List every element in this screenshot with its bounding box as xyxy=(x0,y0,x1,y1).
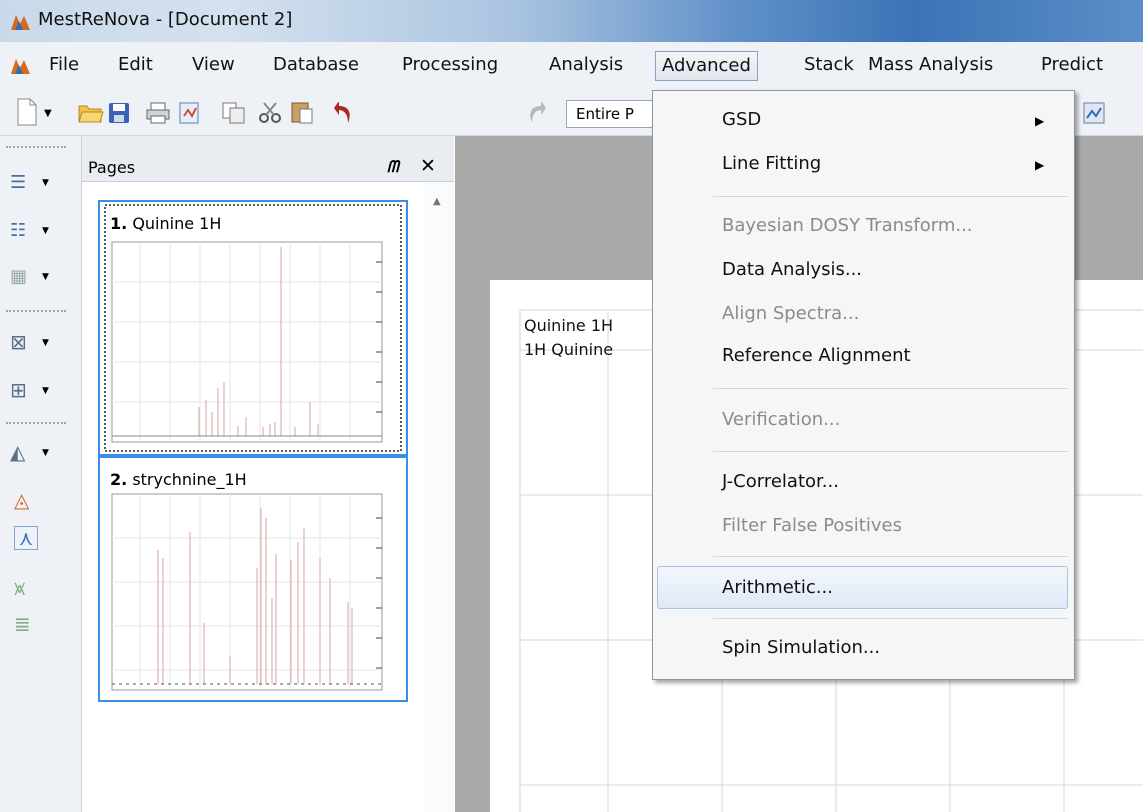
save-icon[interactable] xyxy=(108,102,130,124)
menu-item-spin-simulation[interactable]: Spin Simulation... xyxy=(722,637,880,658)
grid-dropdown-arrow-icon[interactable]: ▼ xyxy=(42,272,49,282)
menu-processing[interactable]: Processing xyxy=(396,51,504,81)
redo-icon[interactable] xyxy=(524,102,546,124)
page-thumbnail-spectrum xyxy=(111,493,383,691)
submenu-arrow-icon: ▶ xyxy=(1035,158,1045,172)
print-icon[interactable] xyxy=(146,102,170,124)
menu-item-verification: Verification... xyxy=(722,409,841,430)
advanced-menu: GSD ▶ Line Fitting ▶ Bayesian DOSY Trans… xyxy=(652,90,1075,680)
page-thumbnail[interactable]: 2. strychnine_1H xyxy=(98,456,408,702)
toolbar-separator xyxy=(6,310,66,312)
close-panel-icon[interactable]: ✕ xyxy=(420,155,436,177)
open-folder-icon[interactable] xyxy=(78,102,104,124)
toolbar-separator xyxy=(6,422,66,424)
spectrum-dropdown-arrow-icon[interactable]: ▼ xyxy=(42,448,49,458)
zoom-in-dropdown-arrow-icon[interactable]: ▼ xyxy=(42,386,49,396)
submenu-arrow-icon: ▶ xyxy=(1035,114,1045,128)
menu-mass-analysis[interactable]: Mass Analysis xyxy=(862,51,999,81)
menu-predict[interactable]: Predict xyxy=(1035,51,1109,81)
menu-file[interactable]: File xyxy=(43,51,85,81)
menu-view[interactable]: View xyxy=(186,51,241,81)
print-preview-icon[interactable] xyxy=(178,102,202,124)
toolbar-grip xyxy=(6,146,66,148)
page-thumbnail-spectrum xyxy=(104,204,402,452)
integrate-icon[interactable]: ⋏ xyxy=(14,526,38,550)
pages-panel-title: Pages xyxy=(88,158,136,177)
zoom-dropdown-arrow-icon[interactable]: ▼ xyxy=(42,338,49,348)
pages-scrollbar[interactable]: ▲ xyxy=(424,182,454,812)
menu-item-j-correlator[interactable]: J-Correlator... xyxy=(722,471,839,492)
peak-pick-icon[interactable]: ◬ xyxy=(14,488,29,512)
menu-item-align-spectra: Align Spectra... xyxy=(722,303,860,324)
menu-item-filter-false-positives: Filter False Positives xyxy=(722,515,902,536)
new-dropdown-arrow-icon[interactable]: ▼ xyxy=(44,108,52,119)
menu-item-arithmetic[interactable]: Arithmetic... xyxy=(722,577,833,598)
page-thumbnail[interactable]: 1. Quinine 1H xyxy=(98,200,408,456)
menu-item-bayesian-dosy: Bayesian DOSY Transform... xyxy=(722,215,973,236)
menu-item-gsd[interactable]: GSD xyxy=(722,109,761,130)
float-panel-icon[interactable]: ᗰ xyxy=(387,157,399,177)
menu-separator xyxy=(713,618,1068,619)
new-document-icon[interactable] xyxy=(16,98,38,126)
app-logo-icon xyxy=(11,15,30,30)
display-mode-combo[interactable]: Entire P xyxy=(566,100,656,128)
menu-item-line-fitting[interactable]: Line Fitting xyxy=(722,153,821,174)
align-dropdown-arrow-icon[interactable]: ▼ xyxy=(42,178,49,188)
distribute-dropdown-arrow-icon[interactable]: ▼ xyxy=(42,226,49,236)
pages-panel: Pages ᗰ ✕ 1. Quinine 1H 2. strychnine_1H… xyxy=(82,136,454,812)
menu-item-reference-alignment[interactable]: Reference Alignment xyxy=(722,345,911,366)
undo-icon[interactable] xyxy=(333,102,355,124)
cut-icon[interactable] xyxy=(258,102,282,124)
menu-analysis[interactable]: Analysis xyxy=(543,51,629,81)
menu-separator xyxy=(713,451,1068,452)
title-bar: MestReNova - [Document 2] xyxy=(0,0,1143,42)
menu-database[interactable]: Database xyxy=(267,51,365,81)
align-left-icon[interactable]: ☰ xyxy=(10,172,26,193)
left-toolbar: ☰ ▼ ☷ ▼ ▦ ▼ ⊠ ▼ ⊞ ▼ ◭ ▼ ◬ ⋏ ⩙ ≣ xyxy=(0,136,82,812)
copy-icon[interactable] xyxy=(222,102,246,124)
scroll-up-arrow-icon[interactable]: ▲ xyxy=(433,196,441,207)
menu-separator xyxy=(713,196,1068,197)
zoom-in-icon[interactable]: ⊞ xyxy=(10,378,27,402)
app-menu-icon[interactable] xyxy=(10,56,32,76)
zoom-fit-icon[interactable]: ⊠ xyxy=(10,330,27,354)
menu-highlight xyxy=(657,566,1068,609)
menu-item-data-analysis[interactable]: Data Analysis... xyxy=(722,259,862,280)
paste-icon[interactable] xyxy=(290,100,314,124)
menu-advanced[interactable]: Advanced xyxy=(655,51,758,81)
menu-stack[interactable]: Stack xyxy=(798,51,860,81)
multiplet-icon[interactable]: ⩙ xyxy=(14,576,25,600)
pages-panel-header: Pages ᗰ ✕ xyxy=(82,136,454,182)
export-image-icon[interactable] xyxy=(1083,102,1105,124)
stack-spectra-icon[interactable]: ≣ xyxy=(14,612,31,636)
menu-separator xyxy=(713,388,1068,389)
window-title: MestReNova - [Document 2] xyxy=(38,9,293,30)
spectrum-icon[interactable]: ◭ xyxy=(10,440,25,464)
spectrum-title: Quinine 1H xyxy=(524,316,614,335)
menu-bar: File Edit View Database Processing Analy… xyxy=(0,42,1143,88)
menu-edit[interactable]: Edit xyxy=(112,51,159,81)
grid-icon[interactable]: ▦ xyxy=(10,266,27,287)
distribute-icon[interactable]: ☷ xyxy=(10,220,26,241)
menu-separator xyxy=(713,556,1068,557)
spectrum-subtitle: 1H Quinine xyxy=(524,340,614,359)
